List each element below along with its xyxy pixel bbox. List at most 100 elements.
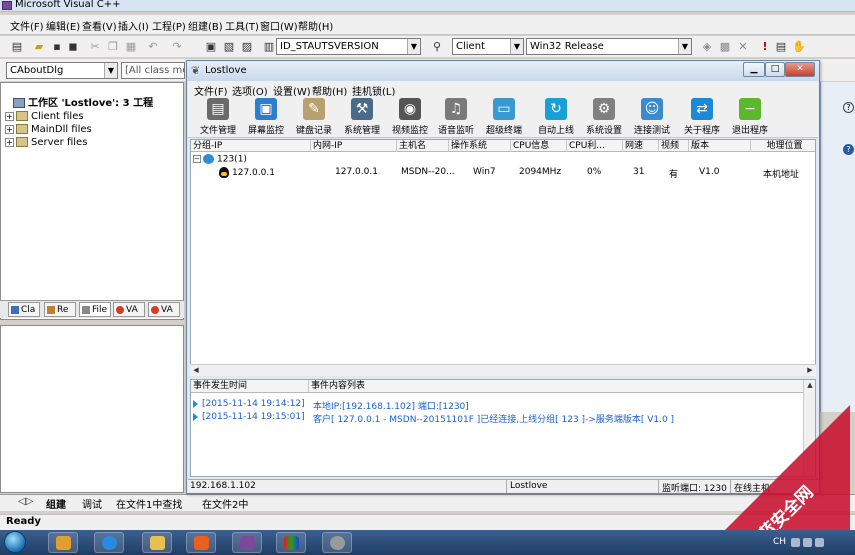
tab-build[interactable]: 组建 bbox=[46, 496, 66, 511]
toolbar-system-manage-button[interactable]: ⚒ 系统管理 bbox=[338, 98, 386, 136]
scroll-right-icon[interactable]: ▶ bbox=[804, 365, 816, 376]
tab-resourceview[interactable]: Re bbox=[44, 302, 76, 317]
toolbar-video-monitor-button[interactable]: ◉ 视频监控 bbox=[386, 98, 434, 136]
col-version[interactable]: 版本 bbox=[689, 140, 751, 152]
taskbar-app-lostlove[interactable] bbox=[322, 532, 352, 553]
new-file-icon[interactable]: ▤ bbox=[10, 40, 24, 54]
expand-icon[interactable]: + bbox=[5, 124, 14, 134]
minimize-button[interactable]: ▁ bbox=[743, 62, 765, 77]
chevron-down-icon[interactable]: ▼ bbox=[407, 39, 420, 54]
col-cpu[interactable]: CPU信息 bbox=[511, 140, 567, 152]
copy-icon[interactable]: ❐ bbox=[106, 40, 120, 54]
vc-menu-project[interactable]: 工程(P) bbox=[152, 18, 186, 33]
taskbar-app-puzzle[interactable] bbox=[48, 532, 78, 553]
help-icon[interactable]: ? bbox=[843, 144, 854, 155]
vc-menu-build[interactable]: 组建(B) bbox=[188, 18, 223, 33]
tab-classview[interactable]: Cla bbox=[8, 302, 40, 317]
config-combo[interactable]: Win32 Release ▼ bbox=[526, 38, 692, 55]
vc-menu-help[interactable]: 帮助(H) bbox=[298, 18, 333, 33]
toolbar-screen-monitor-button[interactable]: ▣ 屏幕监控 bbox=[242, 98, 290, 136]
window-list-icon[interactable]: ▨ bbox=[240, 40, 254, 54]
taskbar-app-ie[interactable] bbox=[94, 532, 124, 553]
collapse-icon[interactable]: − bbox=[193, 155, 201, 163]
project-combo[interactable]: Client ▼ bbox=[452, 38, 524, 55]
toolbar-auto-online-button[interactable]: ↻ 自动上线 bbox=[532, 98, 580, 136]
paste-icon[interactable]: ▦ bbox=[124, 40, 138, 54]
tab-debug[interactable]: 调试 bbox=[82, 496, 102, 511]
tree-item-client[interactable]: + Client files bbox=[5, 110, 84, 123]
col-hostname[interactable]: 主机名 bbox=[397, 140, 449, 152]
event-log-vscrollbar[interactable]: ▲ bbox=[803, 380, 815, 476]
compile-icon[interactable]: ◈ bbox=[700, 40, 714, 54]
chevron-down-icon[interactable]: ▼ bbox=[678, 39, 691, 54]
cut-icon[interactable]: ✂ bbox=[88, 40, 102, 54]
toolbar-super-terminal-button[interactable]: ▭ 超级终端 bbox=[480, 98, 528, 136]
redo-icon[interactable]: ↷ bbox=[170, 40, 184, 54]
tree-item-maindll[interactable]: + MainDll files bbox=[5, 123, 92, 136]
col-cpu-usage[interactable]: CPU利... bbox=[567, 140, 623, 152]
tray-icon[interactable] bbox=[803, 538, 812, 547]
toolbar-audio-listen-button[interactable]: ♫ 语音监听 bbox=[432, 98, 480, 136]
open-folder-icon[interactable]: ▰ bbox=[32, 40, 46, 54]
list-item[interactable]: [2015-11-14 19:14:12] 本地IP:[192.168.1.10… bbox=[193, 399, 469, 412]
toolbar-exit-button[interactable]: − 退出程序 bbox=[726, 98, 774, 136]
scroll-up-icon[interactable]: ▲ bbox=[804, 380, 816, 391]
toolbar-keyboard-log-button[interactable]: ✎ 键盘记录 bbox=[290, 98, 338, 136]
tab-find-in-files-1[interactable]: 在文件1中查找 bbox=[116, 496, 182, 511]
toolbar-system-settings-button[interactable]: ⚙ 系统设置 bbox=[580, 98, 628, 136]
tab-scroll-arrows[interactable]: ◁▷ bbox=[18, 496, 33, 507]
vc-menu-file[interactable]: 文件(F) bbox=[10, 18, 44, 33]
workspace-root[interactable]: 工作区 'Lostlove': 3 工程 bbox=[13, 97, 153, 110]
breakpoint-icon[interactable]: ✋ bbox=[792, 40, 806, 54]
tree-item-server[interactable]: + Server files bbox=[5, 136, 87, 149]
col-location[interactable]: 地理位置 bbox=[751, 140, 815, 152]
vc-menu-edit[interactable]: 编辑(E) bbox=[46, 18, 80, 33]
save-all-icon[interactable]: ◼ bbox=[66, 40, 80, 54]
tab-va-2[interactable]: VA bbox=[148, 302, 180, 317]
output-icon[interactable]: ▧ bbox=[222, 40, 236, 54]
vc-menu-view[interactable]: 查看(V) bbox=[82, 18, 117, 33]
go-icon[interactable]: ▤ bbox=[774, 40, 788, 54]
chevron-down-icon[interactable]: ▼ bbox=[104, 63, 117, 78]
col-video[interactable]: 视频 bbox=[659, 140, 689, 152]
col-event-time[interactable]: 事件发生时间 bbox=[191, 380, 309, 393]
col-lan-ip[interactable]: 内网-IP bbox=[311, 140, 397, 152]
build-icon[interactable]: ▩ bbox=[718, 40, 732, 54]
col-group-ip[interactable]: 分组-IP bbox=[191, 140, 311, 152]
toolbar-file-manager-button[interactable]: ▤ 文件管理 bbox=[194, 98, 242, 136]
start-button[interactable] bbox=[4, 531, 26, 553]
stop-build-icon[interactable]: ✕ bbox=[736, 40, 750, 54]
undo-icon[interactable]: ↶ bbox=[146, 40, 160, 54]
expand-icon[interactable]: + bbox=[5, 111, 14, 121]
vc-menu-insert[interactable]: 插入(I) bbox=[118, 18, 149, 33]
tab-fileview[interactable]: File bbox=[79, 302, 111, 317]
tray-icon[interactable] bbox=[791, 538, 800, 547]
class-combo[interactable]: CAboutDlg ▼ bbox=[6, 62, 118, 79]
col-speed[interactable]: 网速 bbox=[623, 140, 659, 152]
taskbar-app-explorer[interactable] bbox=[142, 532, 172, 553]
expand-icon[interactable]: + bbox=[5, 137, 14, 147]
host-group[interactable]: − 123(1) bbox=[193, 154, 247, 165]
scroll-left-icon[interactable]: ◀ bbox=[190, 365, 202, 376]
chevron-down-icon[interactable]: ▼ bbox=[510, 39, 523, 54]
help-icon[interactable]: ? bbox=[843, 102, 854, 113]
toolbar-about-button[interactable]: ⇄ 关于程序 bbox=[678, 98, 726, 136]
execute-icon[interactable]: ! bbox=[758, 40, 772, 54]
taskbar-app-colorful[interactable] bbox=[276, 532, 306, 553]
find-combo[interactable]: ID_STAUTSVERSION ▼ bbox=[276, 38, 421, 55]
language-indicator[interactable]: CH bbox=[773, 537, 786, 547]
tab-find-in-files-2[interactable]: 在文件2中 bbox=[202, 496, 248, 511]
tab-va-1[interactable]: VA bbox=[113, 302, 145, 317]
vc-menu-window[interactable]: 窗口(W) bbox=[260, 18, 298, 33]
members-combo[interactable]: [All class me bbox=[121, 62, 185, 79]
toolbar-connect-test-button[interactable]: ☺ 连接测试 bbox=[628, 98, 676, 136]
col-event-content[interactable]: 事件内容列表 bbox=[309, 380, 815, 393]
close-button[interactable]: ✕ bbox=[785, 62, 815, 77]
col-os[interactable]: 操作系统 bbox=[449, 140, 511, 152]
host-list-hscrollbar[interactable]: ◀ ▶ bbox=[190, 364, 816, 376]
save-icon[interactable]: ▪ bbox=[50, 40, 64, 54]
find-in-files-icon[interactable]: ▥ bbox=[262, 40, 276, 54]
maximize-button[interactable]: □ bbox=[765, 62, 785, 77]
find-icon[interactable]: ⚲ bbox=[430, 40, 444, 54]
taskbar-app-vc[interactable] bbox=[232, 532, 262, 553]
